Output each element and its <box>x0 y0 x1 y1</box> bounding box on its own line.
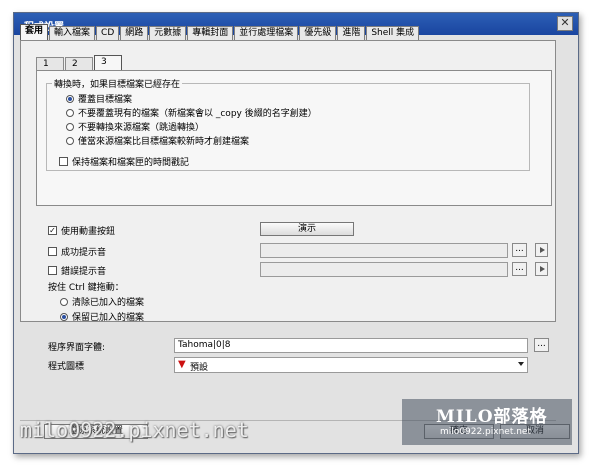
tab-advanced[interactable]: 進階 <box>337 26 366 40</box>
ui-font-label: 程序界面字體: <box>48 343 106 353</box>
radio-overwrite[interactable]: 覆蓋目標檔案 <box>66 92 132 105</box>
main-tab-strip: 套用 輸入檔案 CD 網路 元數據 專輯封面 並行處理檔案 優先級 進階 She… <box>20 24 420 40</box>
radio-keep-added[interactable]: 保留已加入的檔案 <box>60 310 144 323</box>
program-icon-icon: ▼ <box>178 359 186 370</box>
tab-metadata[interactable]: 元數據 <box>149 26 187 40</box>
checkbox-icon[interactable] <box>59 157 68 166</box>
close-button[interactable]: ✕ <box>557 16 573 31</box>
checkmark-icon[interactable]: ✓ <box>48 226 57 235</box>
program-icon-value: 預設 <box>190 363 209 373</box>
demo-button[interactable]: 演示 <box>260 222 354 236</box>
radio-button-icon[interactable] <box>66 94 74 103</box>
success-sound-checkbox[interactable]: 成功提示音 <box>48 245 106 258</box>
keep-timestamp-checkbox[interactable]: 保持檔案和檔案匣的時間戳記 <box>59 155 189 168</box>
radio-button-icon[interactable] <box>66 136 74 145</box>
subtab-2[interactable]: 2 <box>65 57 93 70</box>
radio-label: 覆蓋目標檔案 <box>78 95 133 105</box>
ellipsis-icon: ... <box>537 339 546 349</box>
success-sound-field[interactable] <box>260 243 508 258</box>
radio-label: 不要覆蓋現有的檔案（新檔案會以 _copy 後綴的名字創建） <box>78 109 317 119</box>
ui-font-field[interactable]: Tahoma|0|8 <box>174 338 528 353</box>
tab-priority[interactable]: 優先級 <box>299 26 337 40</box>
blog-watermark-subtitle: milo0922.pixnet.net <box>440 427 531 437</box>
subtab-3[interactable]: 3 <box>94 55 122 70</box>
tab-cd[interactable]: CD <box>96 26 120 40</box>
checkbox-label: 使用動畫按鈕 <box>61 227 116 237</box>
subtab-1[interactable]: 1 <box>36 57 64 70</box>
tab-input-files[interactable]: 輸入檔案 <box>49 26 96 40</box>
tab-shell[interactable]: Shell 集成 <box>366 26 420 40</box>
checkbox-label: 成功提示音 <box>61 248 107 258</box>
ellipsis-icon: ... <box>515 244 524 254</box>
radio-label: 僅當來源檔案比目標檔案較新時才創建檔案 <box>78 137 250 147</box>
tab-album-art[interactable]: 專輯封面 <box>187 26 234 40</box>
radio-label: 保留已加入的檔案 <box>72 313 145 323</box>
program-icon-dropdown[interactable]: ▼ 預設 <box>174 357 528 373</box>
ellipsis-icon: ... <box>515 263 524 273</box>
radio-newer-only[interactable]: 僅當來源檔案比目標檔案較新時才創建檔案 <box>66 134 249 147</box>
radio-label: 不要轉換來源檔案（跳過轉換） <box>78 123 205 133</box>
radio-button-icon[interactable] <box>60 312 68 321</box>
checkbox-icon[interactable] <box>48 266 57 275</box>
tab-network[interactable]: 網路 <box>120 26 149 40</box>
checkbox-label: 保持檔案和檔案匣的時間戳記 <box>72 158 190 168</box>
blog-watermark: milo0922.pixnet.net <box>20 418 249 442</box>
radio-clear-added[interactable]: 清除已加入的檔案 <box>60 295 144 308</box>
program-icon-label: 程式圖標 <box>48 362 85 372</box>
checkbox-label: 錯誤提示音 <box>61 267 107 277</box>
error-sound-checkbox[interactable]: 錯誤提示音 <box>48 264 106 277</box>
tab-apply[interactable]: 套用 <box>20 24 49 40</box>
radio-label: 清除已加入的檔案 <box>72 298 145 308</box>
success-sound-play-icon[interactable] <box>535 243 548 257</box>
tab-parallel[interactable]: 並行處理檔案 <box>234 26 299 40</box>
radio-no-overwrite[interactable]: 不要覆蓋現有的檔案（新檔案會以 _copy 後綴的名字創建） <box>66 106 317 119</box>
sub-tab-strip: 1 2 3 <box>36 55 123 70</box>
error-sound-browse-button[interactable]: ... <box>512 262 527 276</box>
radio-button-icon[interactable] <box>66 108 74 117</box>
ctrl-drag-label: 按住 Ctrl 鍵拖動： <box>48 283 124 293</box>
checkbox-icon[interactable] <box>48 247 57 256</box>
ui-font-browse-button[interactable]: ... <box>534 338 549 352</box>
existing-file-group-title: 轉換時，如果目標檔案已經存在 <box>52 77 183 90</box>
radio-button-icon[interactable] <box>66 122 74 131</box>
radio-skip[interactable]: 不要轉換來源檔案（跳過轉換） <box>66 120 204 133</box>
success-sound-browse-button[interactable]: ... <box>512 243 527 257</box>
error-sound-field[interactable] <box>260 262 508 277</box>
chevron-down-icon[interactable] <box>518 362 524 366</box>
animated-buttons-checkbox[interactable]: ✓ 使用動畫按鈕 <box>48 224 115 237</box>
radio-button-icon[interactable] <box>60 297 68 306</box>
error-sound-play-icon[interactable] <box>535 262 548 276</box>
close-icon: ✕ <box>560 16 570 29</box>
blog-watermark-title: MILO部落格 <box>436 407 548 427</box>
